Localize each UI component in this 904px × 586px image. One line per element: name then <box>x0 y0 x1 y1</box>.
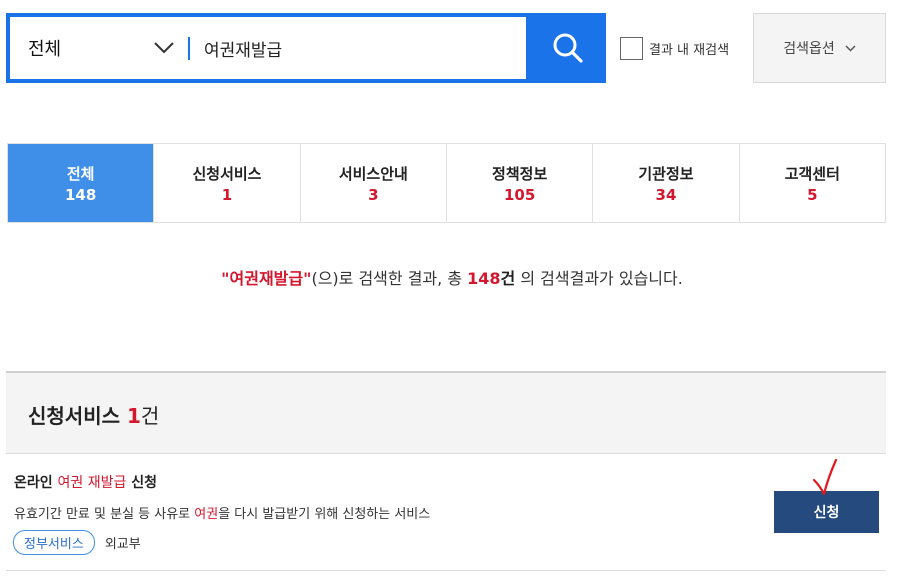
result-summary: "여권재발급"(으)로 검색한 결과, 총 148건 의 검색결과가 있습니다. <box>0 265 904 289</box>
result-desc-highlight: 여권 <box>194 507 219 522</box>
result-description: 유효기간 만료 및 분실 등 사유로 여권을 다시 발급받기 위해 신청하는 서… <box>14 503 430 522</box>
tab-all[interactable]: 전체 148 <box>8 144 155 222</box>
agency-name: 외교부 <box>104 537 141 552</box>
section-header: 신청서비스 1건 <box>6 371 886 454</box>
search-divider <box>188 37 190 60</box>
result-title-post: 신청 <box>126 475 158 491</box>
category-tabs: 전체 148 신청서비스 1 서비스안내 3 정책정보 105 기관정보 34 … <box>7 143 886 223</box>
tab-count: 1 <box>221 185 233 204</box>
list-item: 온라인 여권 재발급 신청 유효기간 만료 및 분실 등 사유로 여권을 다시 … <box>6 455 886 571</box>
search-icon <box>553 33 583 63</box>
tab-label: 고객센터 <box>784 164 840 183</box>
summary-text-end: 의 검색결과가 있습니다. <box>515 269 683 288</box>
tab-count: 3 <box>368 185 379 204</box>
tab-count: 148 <box>65 185 97 204</box>
search-bar: 전체 <box>6 13 606 83</box>
tab-label: 서비스안내 <box>338 164 408 183</box>
search-options-label: 검색옵션 <box>783 41 835 57</box>
result-meta: 정부서비스 외교부 <box>13 530 141 555</box>
result-desc-post: 을 다시 발급받기 위해 신청하는 서비스 <box>218 507 431 522</box>
result-title-pre: 온라인 <box>14 475 58 491</box>
search-button[interactable] <box>530 13 606 83</box>
section-title: 신청서비스 1건 <box>28 400 159 429</box>
recheck-checkbox[interactable] <box>620 37 643 60</box>
search-scope-value: 전체 <box>28 39 62 60</box>
tab-label: 정책정보 <box>492 164 548 183</box>
summary-unit: 건 <box>500 269 516 288</box>
chevron-down-icon <box>845 44 856 52</box>
section-count: 1 <box>126 404 141 428</box>
tab-count: 5 <box>807 185 818 204</box>
tab-customer-center[interactable]: 고객센터 5 <box>739 144 885 222</box>
category-tag[interactable]: 정부서비스 <box>13 530 95 555</box>
result-title[interactable]: 온라인 여권 재발급 신청 <box>14 472 157 492</box>
tab-count: 105 <box>503 185 536 204</box>
tab-label: 전체 <box>66 164 95 183</box>
tab-application-services[interactable]: 신청서비스 1 <box>154 144 301 222</box>
search-input[interactable] <box>204 29 514 67</box>
recheck-option[interactable]: 결과 내 재검색 <box>620 37 729 60</box>
summary-open-quote: " <box>221 269 230 288</box>
search-options-button[interactable]: 검색옵션 <box>753 13 886 83</box>
summary-text: (으)로 검색한 결과, 총 <box>311 269 468 288</box>
section-title-label: 신청서비스 <box>28 404 120 428</box>
section-unit: 건 <box>140 404 160 428</box>
result-title-highlight: 여권 재발급 <box>57 475 127 491</box>
tab-count: 34 <box>655 185 677 204</box>
search-field-container: 전체 <box>10 17 526 79</box>
checkmark-annotation-icon <box>812 458 838 496</box>
summary-keyword: 여권재발급 <box>229 269 304 288</box>
tab-agency-info[interactable]: 기관정보 34 <box>593 144 740 222</box>
tab-label: 기관정보 <box>638 164 694 183</box>
tab-policy-info[interactable]: 정책정보 105 <box>446 144 594 222</box>
summary-total: 148 <box>467 269 501 288</box>
tab-label: 신청서비스 <box>192 164 262 183</box>
recheck-label: 결과 내 재검색 <box>649 43 730 58</box>
search-scope-select[interactable]: 전체 <box>28 17 178 79</box>
tab-service-guide[interactable]: 서비스안내 3 <box>300 144 447 222</box>
result-desc-pre: 유효기간 만료 및 분실 등 사유로 <box>14 507 195 522</box>
chevron-down-icon <box>154 42 174 54</box>
